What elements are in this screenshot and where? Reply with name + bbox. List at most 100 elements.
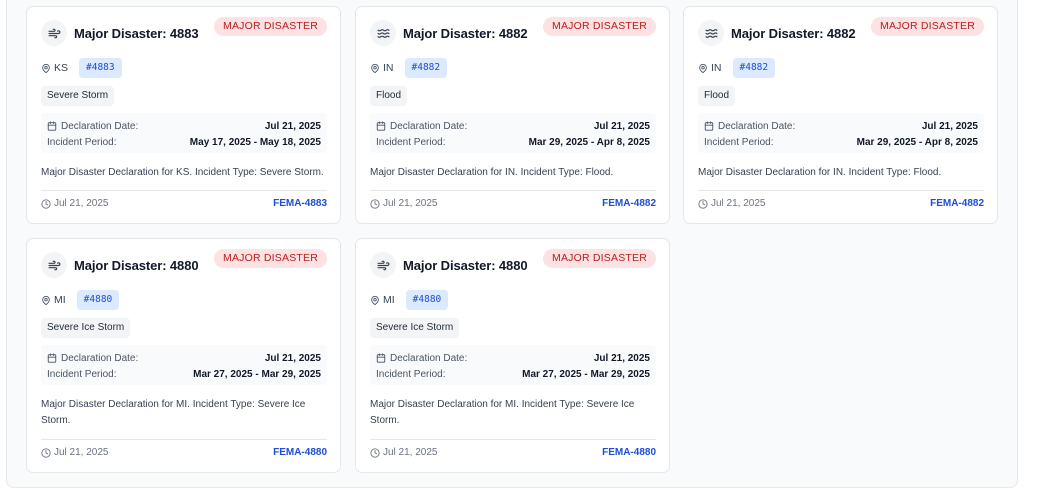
posted-date-text: Jul 21, 2025 — [383, 447, 438, 458]
calendar-icon — [376, 121, 386, 131]
disaster-id-chip: #4883 — [79, 58, 122, 78]
declaration-date-row: Declaration Date: Jul 21, 2025 — [47, 118, 321, 134]
incident-period: Mar 27, 2025 - Mar 29, 2025 — [522, 368, 650, 380]
posted-date-text: Jul 21, 2025 — [383, 198, 438, 209]
disaster-card[interactable]: Major Disaster: 4883 MAJOR DISASTER KS #… — [26, 6, 341, 224]
incident-type-tag: Severe Storm — [41, 86, 115, 106]
incident-type-tag: Severe Ice Storm — [41, 318, 131, 338]
card-footer: Jul 21, 2025 FEMA-4883 — [41, 190, 327, 216]
state-code: KS — [54, 62, 69, 74]
disaster-id-chip: #4882 — [732, 58, 776, 78]
disaster-card[interactable]: Major Disaster: 4882 MAJOR DISASTER IN #… — [355, 6, 670, 224]
posted-date: Jul 21, 2025 — [41, 447, 109, 458]
card-footer: Jul 21, 2025 FEMA-4880 — [370, 439, 656, 465]
clock-icon — [41, 198, 51, 209]
declaration-date: Jul 21, 2025 — [264, 120, 321, 132]
incident-period: Mar 29, 2025 - Apr 8, 2025 — [528, 136, 650, 148]
incident-period-label: Incident Period: — [376, 368, 446, 380]
card-title: Major Disaster: 4882 — [731, 25, 856, 41]
posted-date: Jul 21, 2025 — [370, 447, 438, 458]
calendar-icon — [47, 121, 57, 131]
declaration-date: Jul 21, 2025 — [593, 120, 650, 132]
incident-period-row: Incident Period: Mar 29, 2025 - Apr 8, 2… — [376, 134, 650, 150]
dates-box: Declaration Date: Jul 21, 2025 Incident … — [698, 113, 984, 153]
card-description: Major Disaster Declaration for MI. Incid… — [41, 399, 306, 426]
incident-type-tag: Flood — [370, 86, 408, 106]
wind-icon — [47, 260, 60, 270]
meta-row: IN #4882 — [698, 58, 984, 78]
fema-link[interactable]: FEMA-4883 — [273, 198, 327, 209]
disaster-type-icon — [698, 20, 724, 46]
posted-date-text: Jul 21, 2025 — [54, 447, 109, 458]
meta-row: MI #4880 — [370, 290, 656, 310]
declaration-date-row: Declaration Date: Jul 21, 2025 — [704, 118, 978, 134]
waves-icon — [376, 28, 390, 38]
card-description: Major Disaster Declaration for MI. Incid… — [370, 399, 635, 426]
declaration-date: Jul 21, 2025 — [593, 352, 650, 364]
posted-date-text: Jul 21, 2025 — [711, 198, 766, 209]
map-pin-icon — [371, 295, 379, 305]
meta-row: KS #4883 — [41, 58, 327, 78]
clock-icon — [370, 447, 380, 458]
incident-period-label: Incident Period: — [47, 136, 117, 148]
incident-type-tag: Flood — [698, 86, 736, 106]
declaration-type-badge: MAJOR DISASTER — [214, 249, 327, 268]
card-title: Major Disaster: 4880 — [403, 257, 528, 273]
declaration-type-badge: MAJOR DISASTER — [543, 17, 656, 36]
disaster-type-icon — [41, 252, 67, 278]
fema-link[interactable]: FEMA-4880 — [602, 447, 656, 458]
clock-icon — [370, 198, 380, 209]
location: MI — [41, 294, 66, 306]
posted-date: Jul 21, 2025 — [698, 198, 766, 209]
fema-link[interactable]: FEMA-4882 — [930, 198, 984, 209]
tag-row: Flood — [698, 85, 984, 106]
declaration-date: Jul 21, 2025 — [921, 120, 978, 132]
wind-icon — [376, 260, 389, 270]
meta-row: IN #4882 — [370, 58, 656, 78]
disaster-card[interactable]: Major Disaster: 4880 MAJOR DISASTER MI #… — [355, 238, 670, 473]
tag-row: Severe Ice Storm — [370, 317, 656, 338]
card-description: Major Disaster Declaration for IN. Incid… — [698, 167, 942, 178]
location: KS — [41, 62, 68, 74]
card-description: Major Disaster Declaration for KS. Incid… — [41, 167, 324, 178]
card-description: Major Disaster Declaration for IN. Incid… — [370, 167, 614, 178]
incident-period-row: Incident Period: Mar 27, 2025 - Mar 29, … — [47, 366, 321, 382]
card-footer: Jul 21, 2025 FEMA-4880 — [41, 439, 327, 465]
incident-period: Mar 29, 2025 - Apr 8, 2025 — [856, 136, 978, 148]
incident-period-row: Incident Period: Mar 27, 2025 - Mar 29, … — [376, 366, 650, 382]
dates-box: Declaration Date: Jul 21, 2025 Incident … — [370, 113, 656, 153]
declaration-label-text: Declaration Date: — [61, 352, 139, 364]
incident-period-row: Incident Period: Mar 29, 2025 - Apr 8, 2… — [704, 134, 978, 150]
map-pin-icon — [699, 63, 707, 73]
posted-date: Jul 21, 2025 — [41, 198, 109, 209]
incident-period: Mar 27, 2025 - Mar 29, 2025 — [193, 368, 321, 380]
dates-box: Declaration Date: Jul 21, 2025 Incident … — [41, 345, 327, 385]
map-pin-icon — [371, 63, 379, 73]
fema-link[interactable]: FEMA-4882 — [602, 198, 656, 209]
disaster-card[interactable]: Major Disaster: 4880 MAJOR DISASTER MI #… — [26, 238, 341, 473]
disaster-card[interactable]: Major Disaster: 4882 MAJOR DISASTER IN #… — [683, 6, 998, 224]
declaration-date-row: Declaration Date: Jul 21, 2025 — [376, 118, 650, 134]
declaration-type-badge: MAJOR DISASTER — [214, 17, 327, 36]
declaration-label-text: Declaration Date: — [61, 120, 139, 132]
disaster-type-icon — [41, 20, 67, 46]
card-title: Major Disaster: 4883 — [74, 25, 199, 41]
declaration-date-label: Declaration Date: — [376, 353, 467, 364]
disaster-id-chip: #4880 — [405, 290, 449, 310]
card-title: Major Disaster: 4880 — [74, 257, 199, 273]
fema-link[interactable]: FEMA-4880 — [273, 447, 327, 458]
disaster-type-icon — [370, 20, 396, 46]
disaster-id-chip: #4880 — [76, 290, 120, 310]
card-footer: Jul 21, 2025 FEMA-4882 — [698, 190, 984, 216]
dates-box: Declaration Date: Jul 21, 2025 Incident … — [370, 345, 656, 385]
map-pin-icon — [42, 63, 50, 73]
state-code: IN — [383, 62, 394, 74]
clock-icon — [41, 447, 51, 458]
map-pin-icon — [42, 295, 50, 305]
declaration-date-label: Declaration Date: — [704, 121, 795, 132]
meta-row: MI #4880 — [41, 290, 327, 310]
calendar-icon — [704, 121, 714, 131]
calendar-icon — [47, 353, 57, 363]
card-header: Major Disaster: 4880 MAJOR DISASTER — [41, 249, 327, 278]
declaration-date-label: Declaration Date: — [47, 121, 138, 132]
